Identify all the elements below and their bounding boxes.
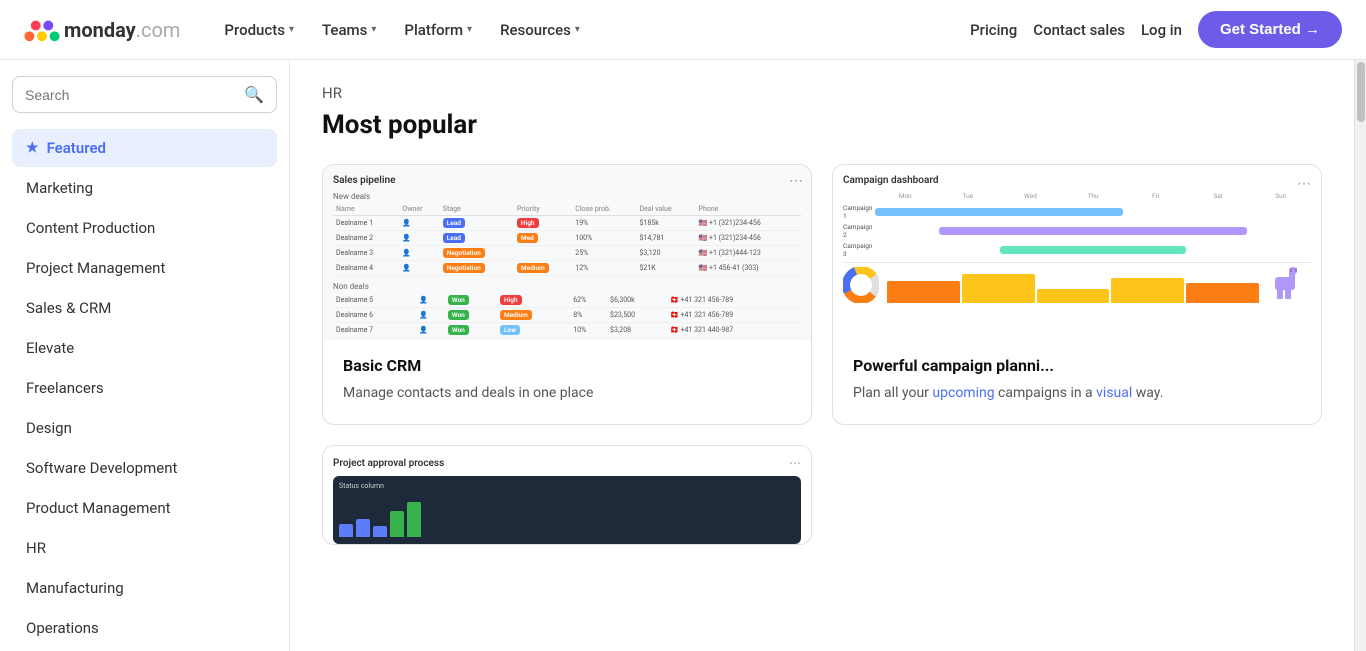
- monday-logo-icon: [24, 16, 60, 44]
- sidebar: 🔍 ★ Featured Marketing Content Productio…: [0, 60, 290, 651]
- scrollbar-thumb[interactable]: [1357, 62, 1365, 122]
- hr-tag: HR: [322, 84, 1322, 102]
- bar-chart: [887, 267, 1259, 303]
- sidebar-item-elevate[interactable]: Elevate: [12, 329, 277, 367]
- search-input[interactable]: [25, 87, 244, 103]
- card-title: Powerful campaign planni...: [853, 356, 1301, 375]
- sidebar-item-marketing[interactable]: Marketing: [12, 169, 277, 207]
- table-row: Dealname 5 👤 Won High 62% $6,300k 🇨🇭 +41…: [333, 293, 801, 308]
- sidebar-item-content-production[interactable]: Content Production: [12, 209, 277, 247]
- project-approval-preview: Status column: [333, 476, 801, 544]
- sidebar-item-product-management[interactable]: Product Management: [12, 489, 277, 527]
- more-options-icon[interactable]: ⋯: [789, 173, 803, 189]
- sp-table-non-deals: Dealname 5 👤 Won High 62% $6,300k 🇨🇭 +41…: [333, 293, 801, 340]
- sidebar-item-hr[interactable]: HR: [12, 529, 277, 567]
- sidebar-item-manufacturing[interactable]: Manufacturing: [12, 569, 277, 607]
- card-project-approval[interactable]: Project approval process ⋯ Status column: [322, 445, 812, 545]
- table-row: Dealname 4 👤 Negotiation Medium 12% $21K…: [333, 261, 801, 276]
- chevron-down-icon: ▾: [289, 24, 294, 35]
- chevron-down-icon: ▾: [371, 24, 376, 35]
- cp-title: Campaign dashboard: [843, 175, 938, 186]
- navbar: monday.com Products ▾ Teams ▾ Platform ▾…: [0, 0, 1366, 60]
- section-title: Most popular: [322, 110, 1322, 140]
- table-row: Dealname 6 👤 Won Medium 8% $23,500 🇨🇭 +4…: [333, 308, 801, 323]
- sidebar-item-design[interactable]: Design: [12, 409, 277, 447]
- nav-teams[interactable]: Teams ▾: [310, 13, 388, 47]
- contact-sales-link[interactable]: Contact sales: [1033, 21, 1125, 39]
- sidebar-item-freelancers[interactable]: Freelancers: [12, 369, 277, 407]
- page-body: 🔍 ★ Featured Marketing Content Productio…: [0, 60, 1366, 651]
- main-content: HR Most popular Sales pipeline New deals…: [290, 60, 1354, 651]
- sidebar-item-project-management[interactable]: Project Management: [12, 249, 277, 287]
- nav-products[interactable]: Products ▾: [212, 13, 306, 47]
- card-preview-campaign-dashboard: Campaign dashboard ⋯ Mon Tue Wed Thu Fri…: [833, 165, 1321, 340]
- card-body-campaign: Powerful campaign planni... Plan all you…: [833, 340, 1321, 424]
- sidebar-item-software-development[interactable]: Software Development: [12, 449, 277, 487]
- card-description: Plan all your upcoming campaigns in a vi…: [853, 383, 1301, 404]
- card-description: Manage contacts and deals in one place: [343, 383, 791, 404]
- table-row: Dealname 3 👤 Negotiation 25% $3,120 🇺🇸 +…: [333, 246, 801, 261]
- nav-platform[interactable]: Platform ▾: [392, 13, 484, 47]
- sidebar-item-operations[interactable]: Operations: [12, 609, 277, 647]
- login-link[interactable]: Log in: [1141, 21, 1182, 39]
- card-body-basic-crm: Basic CRM Manage contacts and deals in o…: [323, 340, 811, 424]
- chevron-down-icon: ▾: [467, 24, 472, 35]
- nav-right: Pricing Contact sales Log in Get Started…: [970, 11, 1342, 48]
- card-preview-sales-pipeline: Sales pipeline New deals Name Owner Stag…: [323, 165, 811, 340]
- sp-title: Sales pipeline: [333, 175, 801, 186]
- card-title: Basic CRM: [343, 356, 791, 375]
- star-icon: ★: [26, 140, 39, 156]
- get-started-button[interactable]: Get Started →: [1198, 11, 1342, 48]
- sidebar-item-featured[interactable]: ★ Featured: [12, 129, 277, 167]
- search-box[interactable]: 🔍: [12, 76, 277, 113]
- search-icon: 🔍: [244, 85, 264, 104]
- chevron-down-icon: ▾: [575, 24, 580, 35]
- nav-resources[interactable]: Resources ▾: [488, 13, 592, 47]
- sidebar-item-sales-crm[interactable]: Sales & CRM: [12, 289, 277, 327]
- table-row: Dealname 2 👤 Lead Med 100% $14,781 🇺🇸 +1…: [333, 231, 801, 246]
- illustration: [1267, 267, 1311, 303]
- logo-text: monday.com: [64, 18, 180, 42]
- table-row: Dealname 8 👤 Won High 8% $44,200 🇨🇭 +41 …: [333, 338, 801, 341]
- card-basic-crm[interactable]: Sales pipeline New deals Name Owner Stag…: [322, 164, 812, 425]
- cards-grid: Sales pipeline New deals Name Owner Stag…: [322, 164, 1322, 545]
- sp-table-new-deals: Name Owner Stage Priority Close prob. De…: [333, 203, 801, 276]
- table-row: Dealname 7 👤 Won Low 10% $3,208 🇨🇭 +41 3…: [333, 323, 801, 338]
- more-options-icon[interactable]: ⋯: [789, 456, 801, 470]
- logo[interactable]: monday.com: [24, 16, 180, 44]
- card-campaign-planning[interactable]: Campaign dashboard ⋯ Mon Tue Wed Thu Fri…: [832, 164, 1322, 425]
- nav-links: Products ▾ Teams ▾ Platform ▾ Resources …: [212, 13, 970, 47]
- scrollbar-track: [1354, 60, 1366, 651]
- pp-title: Project approval process: [333, 458, 444, 469]
- table-row: Dealname 1 👤 Lead High 19% $185k 🇺🇸 +1 (…: [333, 216, 801, 231]
- pricing-link[interactable]: Pricing: [970, 21, 1017, 39]
- pie-chart: [843, 267, 879, 303]
- more-options-icon[interactable]: ⋯: [1297, 176, 1311, 192]
